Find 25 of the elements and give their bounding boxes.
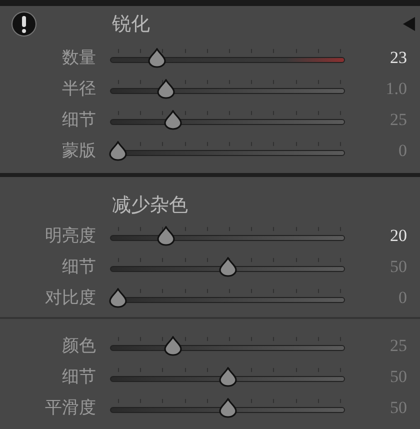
slider-thumb[interactable]: [109, 140, 127, 160]
slider-label: 数量: [61, 49, 96, 66]
slider-label: 明亮度: [44, 227, 96, 244]
slider-thumb[interactable]: [157, 226, 176, 246]
slider-label: 平滑度: [44, 399, 96, 416]
slider-label: 细节: [61, 368, 96, 385]
slider-label: 细节: [61, 111, 96, 128]
slider-label: 半径: [61, 80, 96, 97]
slider-thumb[interactable]: [157, 78, 176, 98]
slider-thumb[interactable]: [164, 110, 182, 130]
warning-icon[interactable]: [11, 11, 37, 37]
slider-label: 颜色: [61, 337, 96, 354]
slider-label: 蒙版: [61, 142, 96, 159]
section-title: 锐化: [112, 14, 150, 34]
slider-thumb[interactable]: [218, 366, 236, 386]
slider-thumb[interactable]: [218, 256, 236, 276]
slider-thumb[interactable]: [218, 398, 236, 418]
slider-label: 细节: [61, 258, 96, 275]
slider-thumb[interactable]: [164, 336, 182, 356]
section-title: 减少杂色: [112, 196, 188, 215]
slider-value: 20: [390, 227, 407, 244]
slider-value: 23: [390, 49, 407, 66]
slider-thumb[interactable]: [148, 48, 166, 68]
slider-label: 对比度: [44, 289, 96, 306]
slider-thumb[interactable]: [109, 288, 127, 308]
